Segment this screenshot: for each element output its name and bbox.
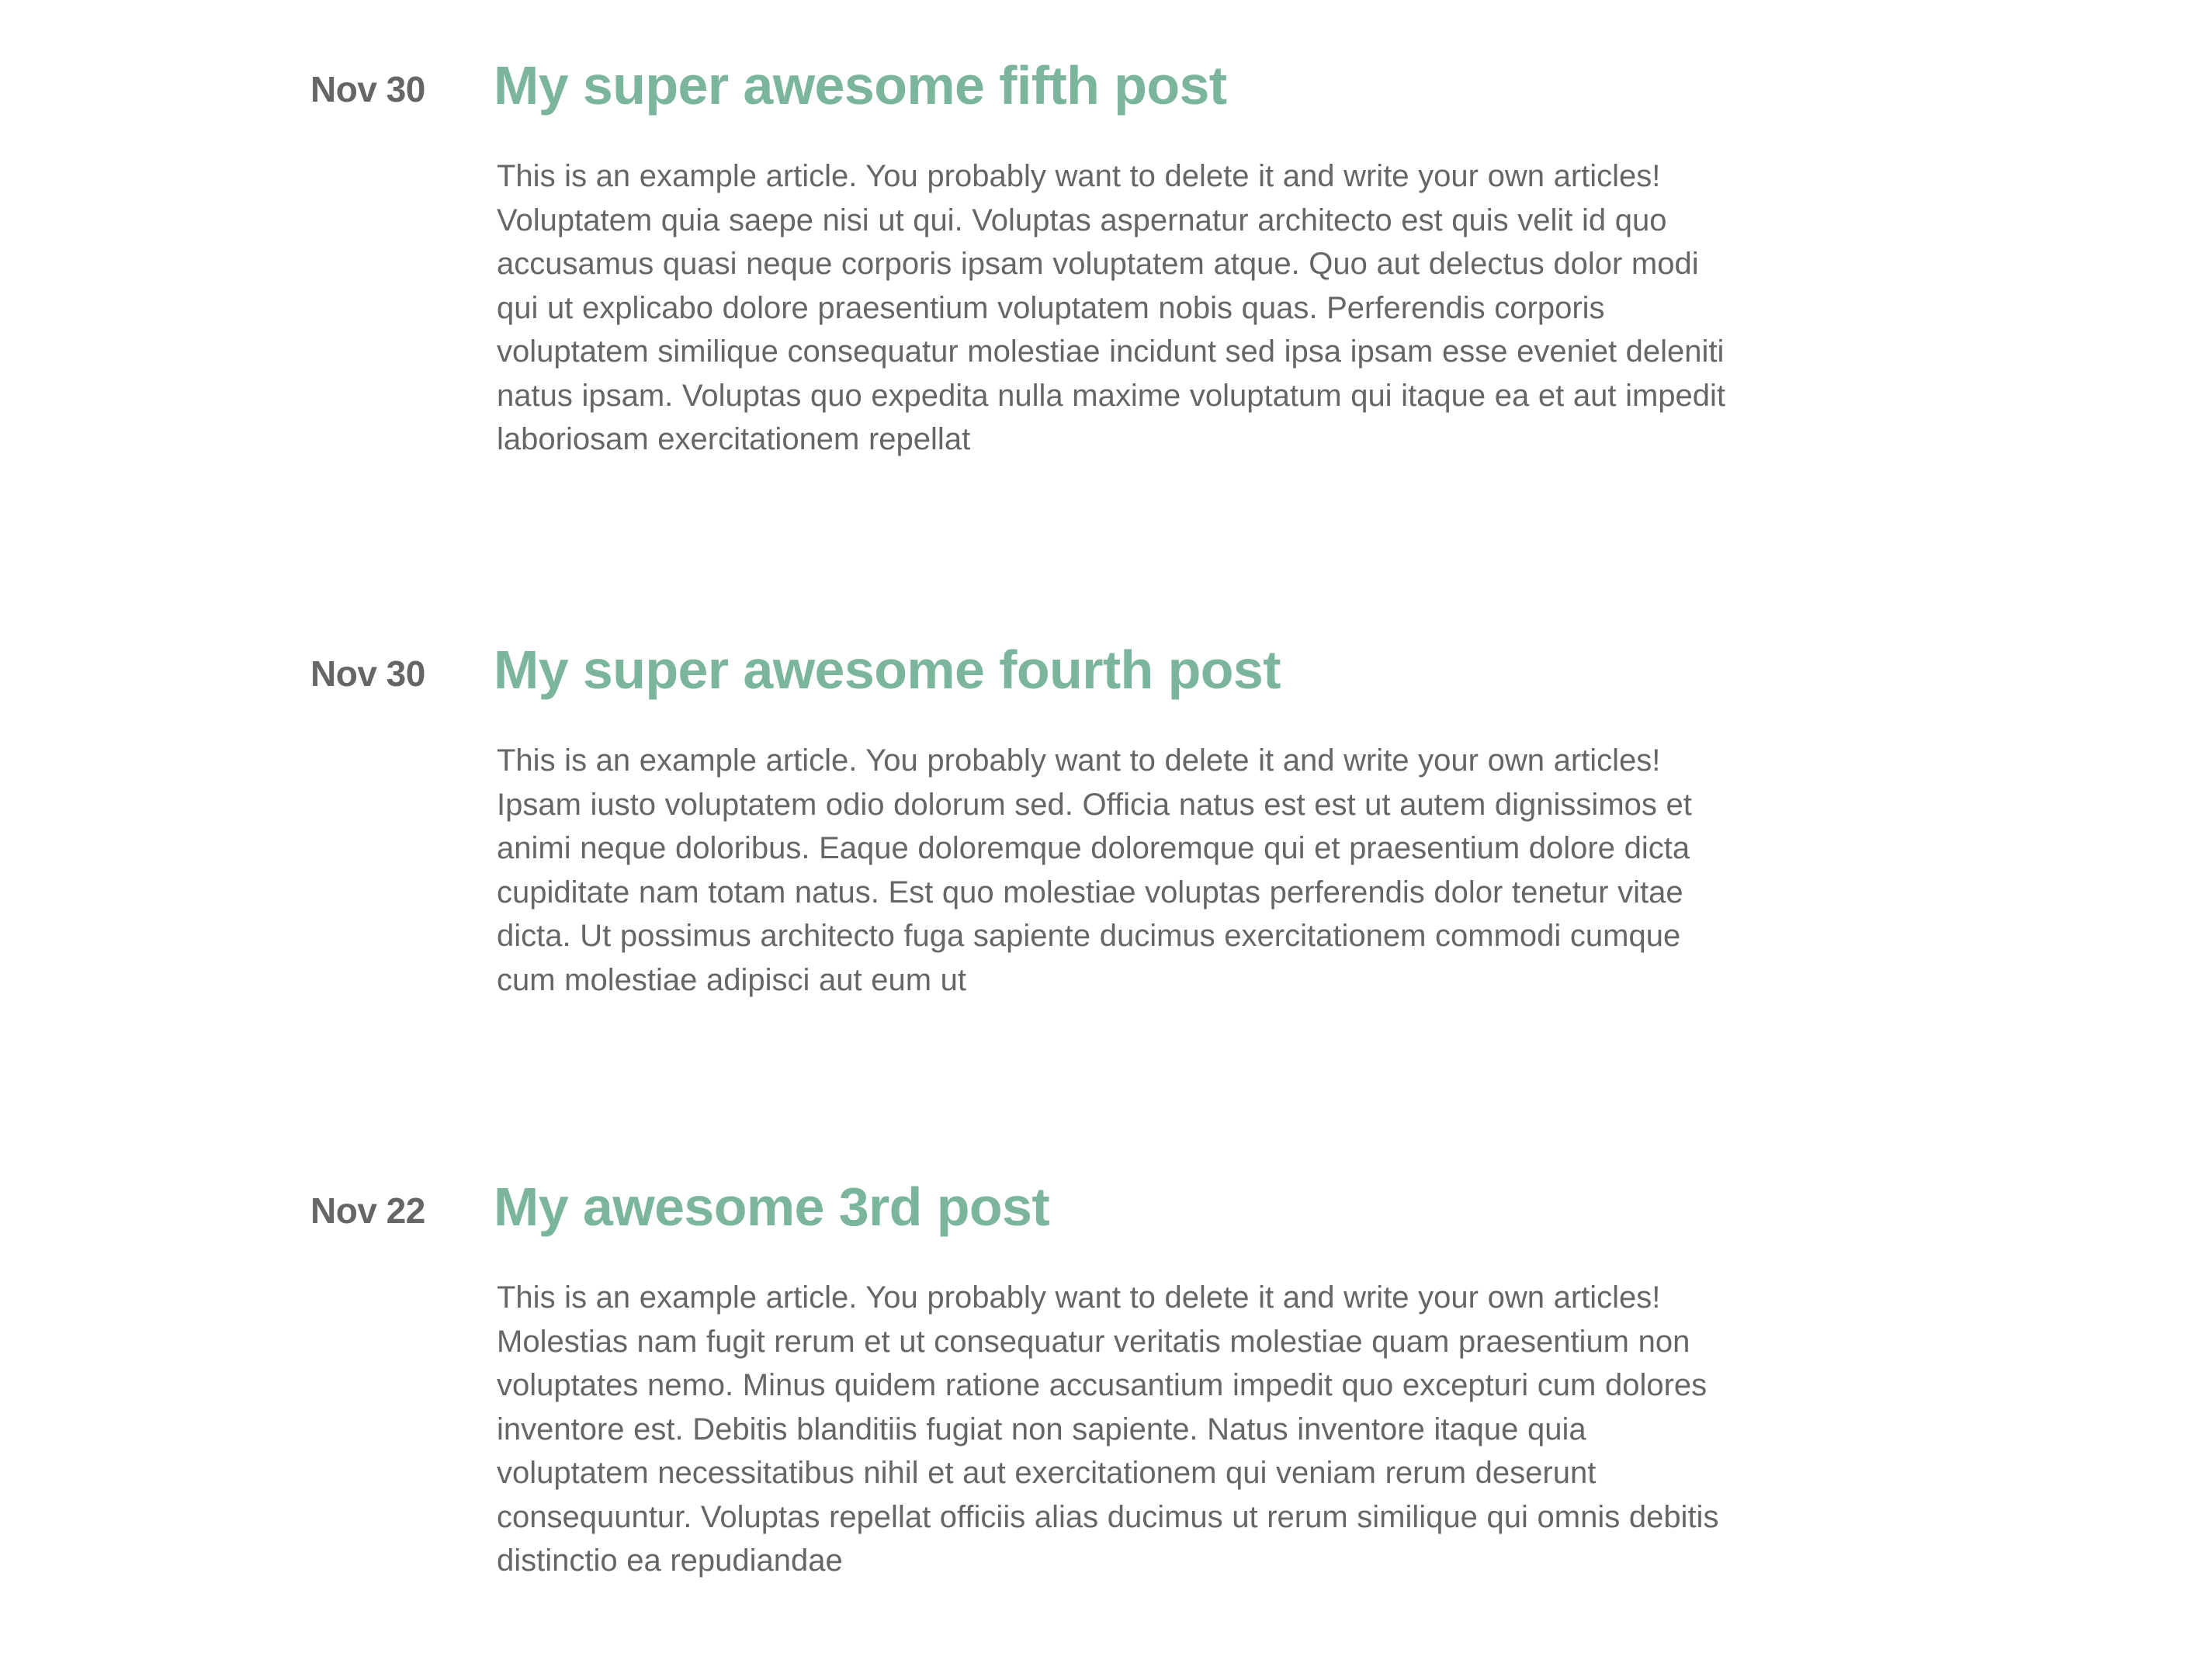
post-intro: This is an example article. You probably…	[497, 159, 1661, 193]
post-list: Nov 30 My super awesome fifth post This …	[0, 0, 2212, 1670]
post-intro: This is an example article. You probably…	[497, 743, 1661, 778]
post-excerpt: Ipsam iusto voluptatem odio dolorum sed.…	[497, 787, 1692, 997]
post-title-link[interactable]: My super awesome fourth post	[494, 639, 1281, 701]
post-date: Nov 30	[310, 69, 425, 109]
post-date: Nov 22	[310, 1190, 425, 1231]
post-excerpt: Voluptatem quia saepe nisi ut qui. Volup…	[497, 203, 1726, 457]
post-body: This is an example article. You probably…	[497, 154, 1739, 462]
post-body: This is an example article. You probably…	[497, 739, 1739, 1002]
post-date: Nov 30	[310, 653, 425, 694]
post-title-link[interactable]: My awesome 3rd post	[494, 1176, 1050, 1238]
post-excerpt: This is an example article. You probably…	[497, 1280, 1719, 1578]
post-body: This is an example article. You probably…	[497, 1276, 1739, 1583]
post-title-link[interactable]: My super awesome fifth post	[494, 54, 1227, 116]
